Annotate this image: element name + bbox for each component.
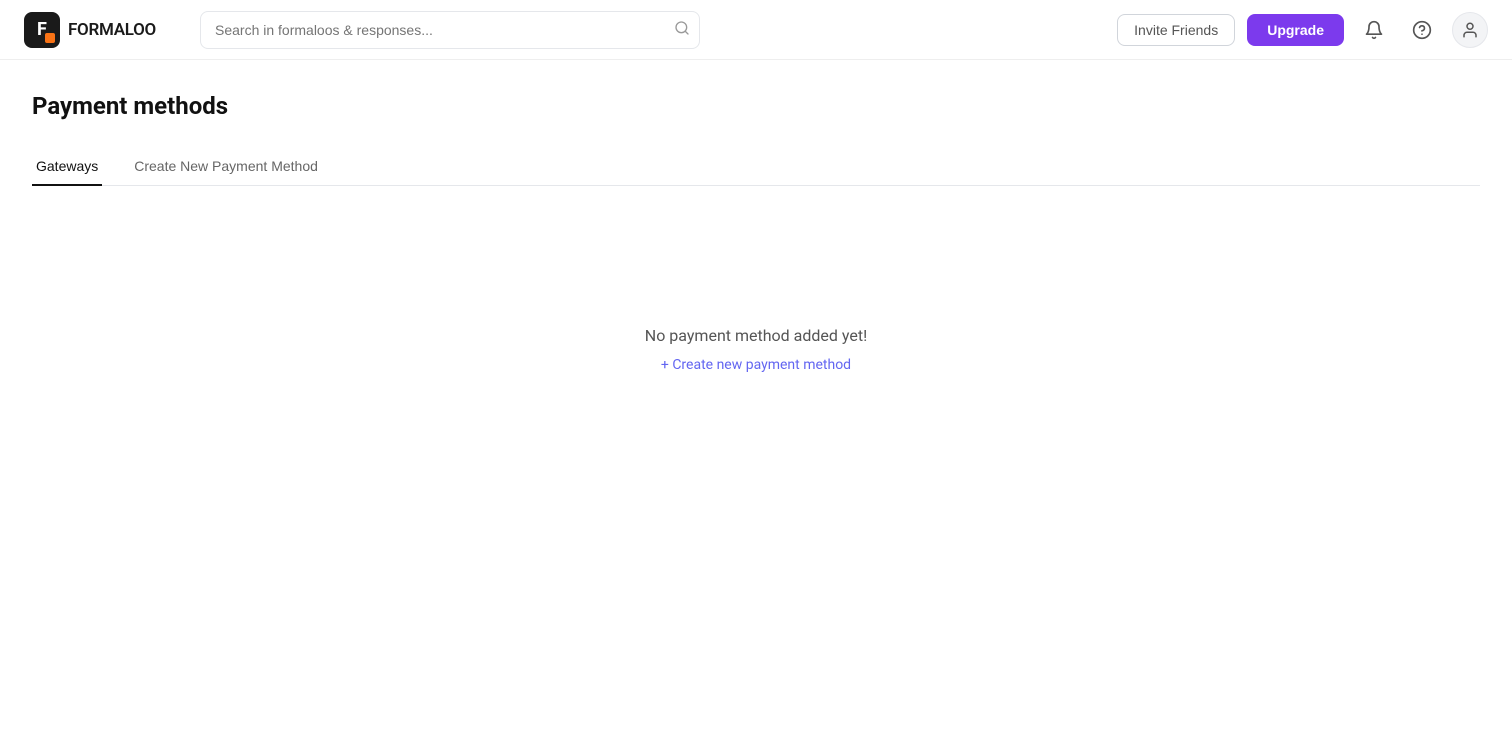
notifications-button[interactable] — [1356, 12, 1392, 48]
page-title: Payment methods — [32, 92, 1480, 120]
user-avatar-button[interactable] — [1452, 12, 1488, 48]
invite-friends-button[interactable]: Invite Friends — [1117, 14, 1235, 46]
bell-icon — [1364, 20, 1384, 40]
tab-create-new-payment[interactable]: Create New Payment Method — [130, 148, 322, 186]
search-input[interactable] — [200, 11, 700, 49]
logo-area: FORMALOO — [24, 12, 184, 48]
tabs-bar: Gateways Create New Payment Method — [32, 148, 1480, 186]
empty-message: No payment method added yet! — [645, 326, 867, 345]
create-payment-link[interactable]: + Create new payment method — [661, 357, 851, 373]
app-header: FORMALOO Invite Friends Upgrade — [0, 0, 1512, 60]
logo-text: FORMALOO — [68, 20, 156, 40]
empty-state: No payment method added yet! + Create ne… — [32, 326, 1480, 373]
main-content: Payment methods Gateways Create New Paym… — [0, 60, 1512, 373]
upgrade-button[interactable]: Upgrade — [1247, 14, 1344, 46]
help-icon — [1412, 20, 1432, 40]
header-right: Invite Friends Upgrade — [1117, 12, 1488, 48]
logo-accent — [45, 33, 55, 43]
user-icon — [1461, 21, 1479, 39]
search-area — [200, 11, 700, 49]
help-button[interactable] — [1404, 12, 1440, 48]
logo-icon — [24, 12, 60, 48]
tab-gateways[interactable]: Gateways — [32, 148, 102, 186]
